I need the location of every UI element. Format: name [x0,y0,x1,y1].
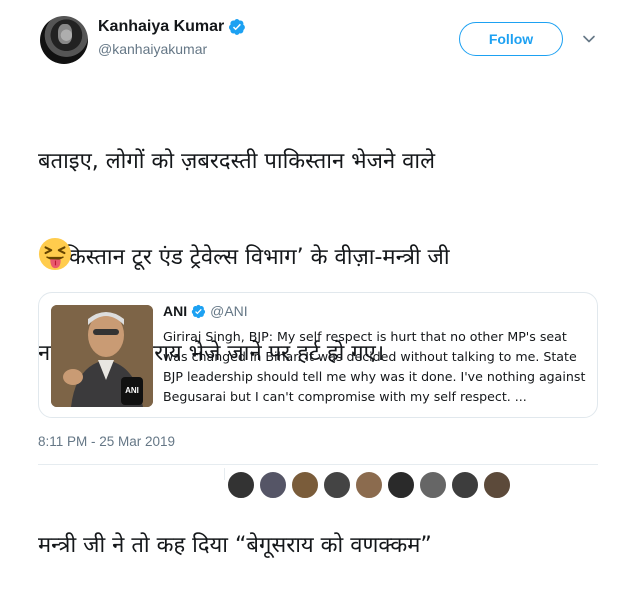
quoted-tweet-image[interactable]: ANI [51,305,153,407]
tweet-timestamp[interactable]: 8:11 PM - 25 Mar 2019 [38,434,175,449]
tweet-text-line: ‘पाकिस्तान टूर एंड ट्रेवेल्स विभाग’ के व… [38,245,450,270]
divider [38,464,598,465]
chevron-down-icon[interactable] [581,31,597,47]
tweet-text-line: मन्त्री जी ने तो कह दिया “बेगूसराय को वण… [38,533,432,558]
avatar[interactable] [482,470,512,500]
quoted-tweet-card[interactable]: ANI ANI @ANI Giriraj Singh, BJP: My self… [38,292,598,418]
tweet-text-line: बताइए, लोगों को ज़बरदस्ती पाकिस्तान भेजन… [38,149,436,174]
quoted-author-handle: @ANI [210,303,248,319]
squinting-face-with-tongue-icon [38,237,72,271]
verified-badge-icon [229,19,246,35]
avatar[interactable] [322,470,352,500]
verified-badge-icon [191,304,206,318]
liker-avatars[interactable] [226,470,606,500]
avatar[interactable] [386,470,416,500]
ani-mic-label: ANI [125,386,139,395]
follow-button[interactable]: Follow [459,22,563,56]
author-name[interactable]: Kanhaiya Kumar [98,18,224,36]
author-name-row[interactable]: Kanhaiya Kumar [98,18,246,36]
author-handle[interactable]: @kanhaiyakumar [98,41,207,57]
divider [224,468,225,480]
avatar[interactable] [258,470,288,500]
avatar[interactable] [354,470,384,500]
author-avatar[interactable] [40,16,88,64]
avatar[interactable] [450,470,480,500]
avatar[interactable] [226,470,256,500]
quoted-author-name: ANI [163,303,188,319]
avatar[interactable] [290,470,320,500]
quoted-tweet-header: ANI @ANI [163,303,248,319]
quoted-photo-illustration: ANI [51,305,153,407]
avatar[interactable] [418,470,448,500]
quoted-tweet-text: Giriraj Singh, BJP: My self respect is h… [163,329,586,404]
